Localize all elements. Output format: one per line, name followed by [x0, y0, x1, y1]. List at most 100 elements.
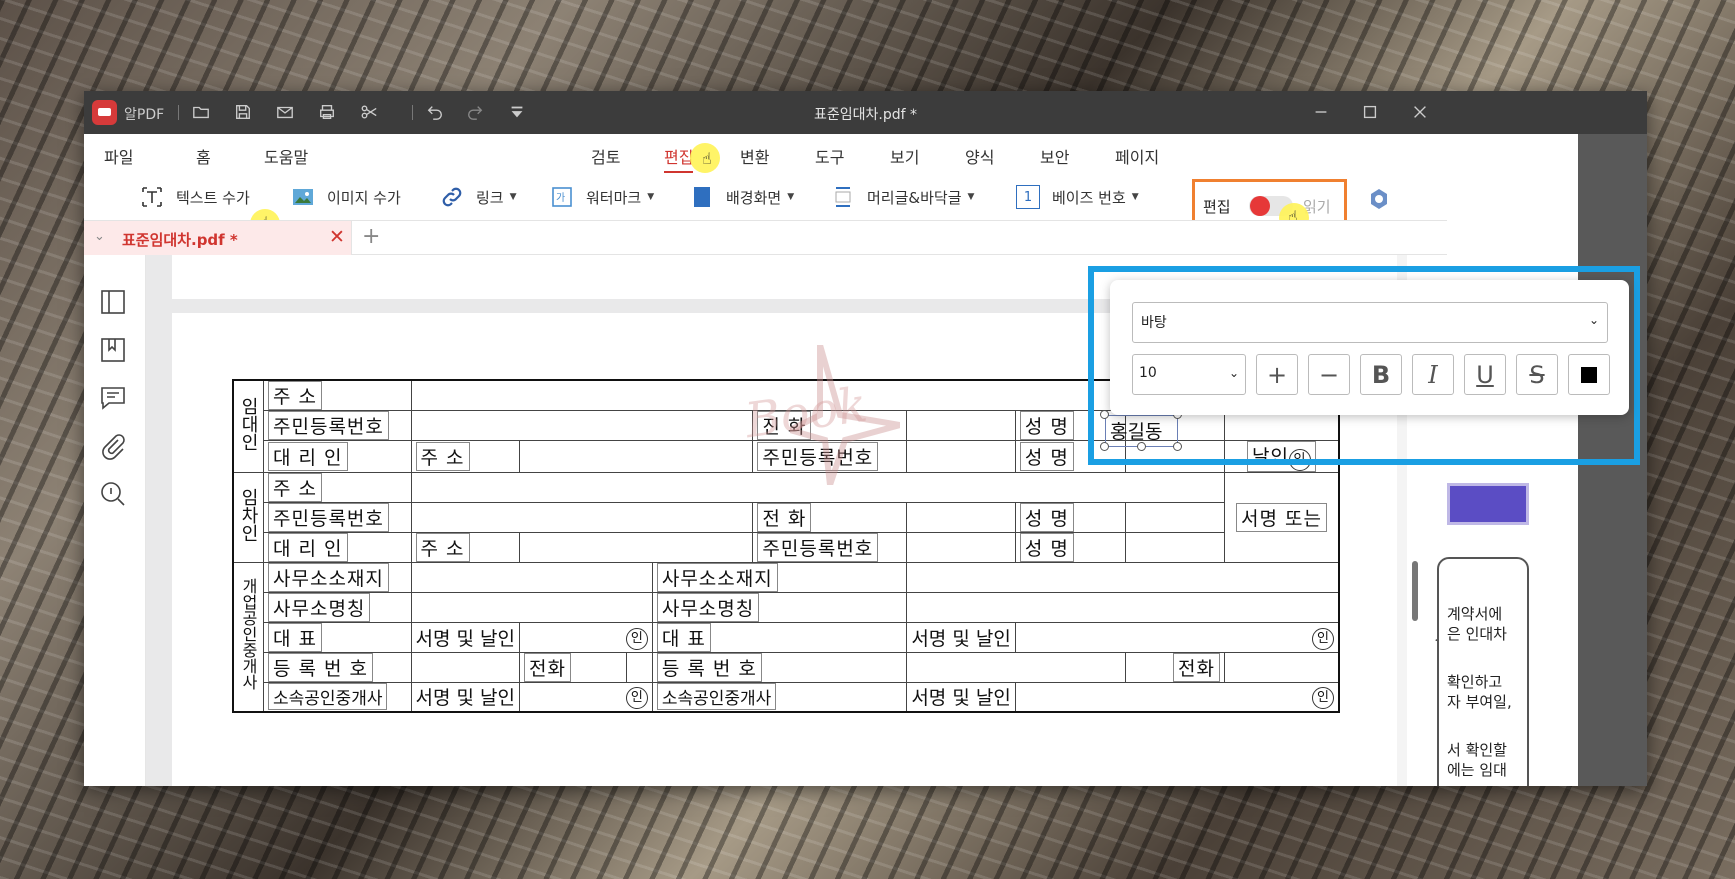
header-footer-label: 머리글&바닥글 — [867, 188, 962, 207]
page-number-button[interactable]: 1 베이즈 번호 ▼ — [1016, 182, 1139, 212]
chevron-down-icon: ▼ — [509, 192, 517, 202]
seal-mark: 인 — [1312, 628, 1334, 650]
color-swatch — [1581, 366, 1597, 383]
svg-text:가: 가 — [556, 192, 565, 204]
comment-icon[interactable] — [98, 383, 128, 413]
page-text-line: 계약서에 — [1447, 605, 1503, 623]
seal-field[interactable]: 인 — [519, 682, 653, 712]
print-icon[interactable] — [316, 101, 338, 123]
background-label: 배경화면 — [726, 188, 782, 207]
menu-review[interactable]: 검토 — [591, 144, 620, 168]
header-footer-button[interactable]: 머리글&바닥글 ▼ — [831, 182, 974, 212]
new-tab-plus-icon[interactable]: + — [362, 224, 380, 249]
phone-label: 전화 — [519, 652, 628, 683]
add-image-label: 이미지 수가 — [327, 188, 401, 207]
watermark-icon: 가 — [552, 187, 572, 207]
menu-security[interactable]: 보안 — [1040, 144, 1069, 168]
link-button[interactable]: 링크 ▼ — [440, 182, 517, 212]
strikethrough-button[interactable]: S — [1516, 354, 1558, 395]
resident-no-field[interactable] — [906, 440, 1016, 473]
quick-access-dropdown-icon[interactable] — [506, 101, 528, 123]
phone-field[interactable] — [906, 502, 1016, 533]
agent-label: 대 리 인 — [263, 532, 412, 563]
seal-field[interactable]: 인 — [519, 622, 653, 653]
close-icon[interactable] — [1409, 101, 1431, 123]
registration-no-field[interactable] — [906, 652, 1126, 683]
office-location-label: 사무소소재지 — [651, 562, 908, 593]
scrollbar-thumb[interactable] — [1412, 561, 1418, 621]
underline-button[interactable]: U — [1464, 354, 1506, 395]
menu-page[interactable]: 페이지 — [1115, 144, 1159, 168]
phone-field[interactable] — [626, 652, 653, 683]
maximize-icon[interactable] — [1359, 101, 1381, 123]
sign-seal-label: 서명 및 날인 — [906, 622, 1016, 653]
open-folder-icon[interactable] — [190, 101, 212, 123]
name-field[interactable] — [1124, 502, 1226, 533]
menu-convert[interactable]: 변환 — [740, 144, 769, 168]
resident-no-field[interactable] — [410, 502, 754, 533]
page-text-line: 서 확인할 — [1447, 741, 1507, 759]
add-text-button[interactable]: 텍스트 수가 — [140, 182, 250, 212]
agent-address-field[interactable] — [519, 440, 754, 473]
phone-field[interactable] — [906, 410, 1016, 441]
double-chevron-down-icon[interactable]: ⌄ — [94, 229, 105, 244]
redo-icon[interactable] — [464, 101, 486, 123]
office-location-field[interactable] — [906, 562, 1340, 593]
text-color-button[interactable] — [1568, 354, 1610, 395]
agent-address-field[interactable] — [519, 532, 754, 563]
address-label: 주 소 — [263, 472, 412, 503]
watermark-button[interactable]: 가 워터마크 ▼ — [550, 182, 654, 212]
mail-icon[interactable] — [274, 101, 296, 123]
app-logo-icon — [92, 100, 117, 125]
affiliated-broker-label: 소속공인중개사 — [651, 682, 908, 712]
menu-help[interactable]: 도움말 — [264, 144, 308, 168]
decrease-size-button[interactable]: − — [1308, 354, 1350, 395]
office-name-field[interactable] — [906, 592, 1340, 623]
name-field[interactable] — [1124, 532, 1226, 563]
resident-no-field[interactable] — [410, 410, 754, 441]
document-tab[interactable]: ⌄ 표준임대차.pdf * ✕ — [84, 221, 352, 255]
registration-no-label: 등 록 번 호 — [651, 652, 908, 683]
italic-button[interactable]: I — [1412, 354, 1454, 395]
increase-size-button[interactable]: + — [1256, 354, 1298, 395]
minimize-icon[interactable] — [1310, 101, 1332, 123]
office-name-field[interactable] — [410, 592, 653, 623]
menu-form[interactable]: 양식 — [965, 144, 994, 168]
menu-view[interactable]: 보기 — [890, 144, 919, 168]
undo-icon[interactable] — [424, 101, 446, 123]
seal-field[interactable]: 인 — [1014, 682, 1340, 712]
scissors-icon[interactable] — [358, 101, 380, 123]
font-size-select[interactable]: 10 ⌄ — [1132, 354, 1246, 395]
chevron-down-icon: ▼ — [967, 192, 975, 202]
menu-file[interactable]: 파일 — [104, 144, 133, 168]
background-button[interactable]: 배경화면 ▼ — [690, 182, 794, 212]
settings-gear-icon[interactable] — [1367, 187, 1391, 211]
font-family-select[interactable]: 바탕 ⌄ — [1132, 302, 1608, 343]
registration-no-field[interactable] — [410, 652, 521, 683]
search-icon[interactable] — [98, 479, 128, 509]
registration-no-label: 등 록 번 호 — [263, 652, 412, 683]
page-color-block — [1447, 483, 1529, 525]
menu-home[interactable]: 홈 — [196, 144, 211, 168]
office-location-field[interactable] — [410, 562, 653, 593]
menu-tools[interactable]: 도구 — [815, 144, 844, 168]
resident-no-field[interactable] — [906, 532, 1016, 563]
page-text-line: 은 인대차 — [1447, 625, 1507, 643]
phone-field[interactable] — [1224, 652, 1340, 683]
bookmark-icon[interactable] — [98, 335, 128, 365]
attachment-icon[interactable] — [98, 431, 128, 461]
office-location-label: 사무소소재지 — [263, 562, 412, 593]
seal-field[interactable]: 인 — [1014, 622, 1340, 653]
divider — [178, 105, 179, 120]
address-field[interactable] — [410, 472, 1226, 503]
office-name-label: 사무소명칭 — [263, 592, 412, 623]
link-label: 링크 — [476, 188, 504, 207]
left-sidebar — [84, 255, 146, 786]
tab-close-icon[interactable]: ✕ — [329, 226, 345, 248]
bold-icon: B — [1371, 360, 1391, 389]
menu-edit[interactable]: 편집 — [664, 144, 694, 173]
save-icon[interactable] — [232, 101, 254, 123]
add-image-button[interactable]: 이미지 수가 — [291, 182, 401, 212]
thumbnail-panel-icon[interactable] — [98, 287, 128, 317]
bold-button[interactable]: B — [1360, 354, 1402, 395]
